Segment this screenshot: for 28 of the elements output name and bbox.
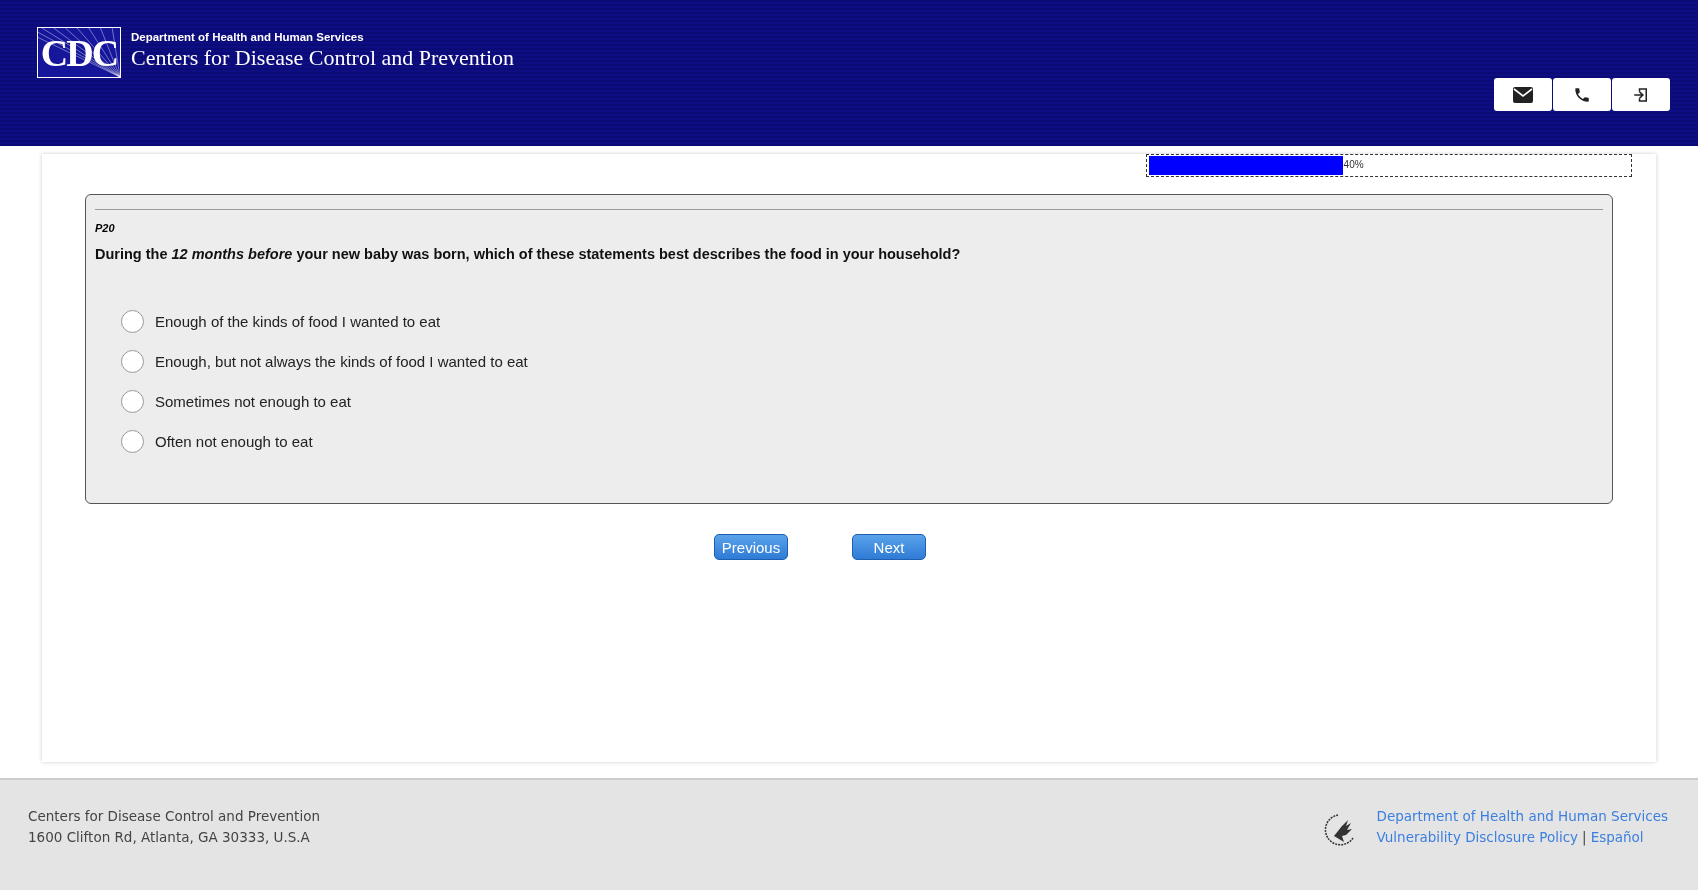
footer-address: 1600 Clifton Rd, Atlanta, GA 30333, U.S.A xyxy=(28,829,310,845)
question-text: During the 12 months before your new baby was born, which of these statements best describes the food in your household? xyxy=(95,246,962,262)
radio-button[interactable] xyxy=(121,430,144,453)
radio-button[interactable] xyxy=(121,390,144,413)
answer-option[interactable]: Enough, but not always the kinds of food I wanted to eat xyxy=(121,350,528,373)
progress-reading: 40% xyxy=(1343,159,1364,170)
phone-button[interactable] xyxy=(1553,78,1611,111)
email-icon xyxy=(1513,86,1533,103)
email-button[interactable] xyxy=(1494,78,1552,111)
spanish-link[interactable]: Español xyxy=(1590,829,1644,845)
footer-agency: Centers for Disease Control and Prevention xyxy=(28,808,320,824)
hhs-link[interactable]: Department of Health and Human Services xyxy=(1376,808,1668,824)
sign-in-button[interactable] xyxy=(1612,78,1670,111)
answer-option[interactable]: Enough of the kinds of food I wanted to eat xyxy=(121,310,441,333)
department-name: Department of Health and Human Services xyxy=(131,31,365,43)
cdc-logo: CDC xyxy=(37,27,121,78)
radio-button[interactable] xyxy=(121,350,144,373)
sign-in-icon xyxy=(1632,85,1650,104)
next-button[interactable]: Next xyxy=(852,534,926,560)
link-separator: | xyxy=(1582,829,1587,845)
phone-icon xyxy=(1573,85,1591,104)
previous-button[interactable]: Previous xyxy=(714,534,788,560)
agency-name: Centers for Disease Control and Prevention xyxy=(131,45,515,71)
disclosure-policy-link[interactable]: Vulnerability Disclosure Policy xyxy=(1376,829,1579,845)
answer-option[interactable]: Sometimes not enough to eat xyxy=(121,390,351,413)
radio-button[interactable] xyxy=(121,310,144,333)
question-code: P20 xyxy=(95,222,115,234)
answer-option[interactable]: Often not enough to eat xyxy=(121,430,313,453)
